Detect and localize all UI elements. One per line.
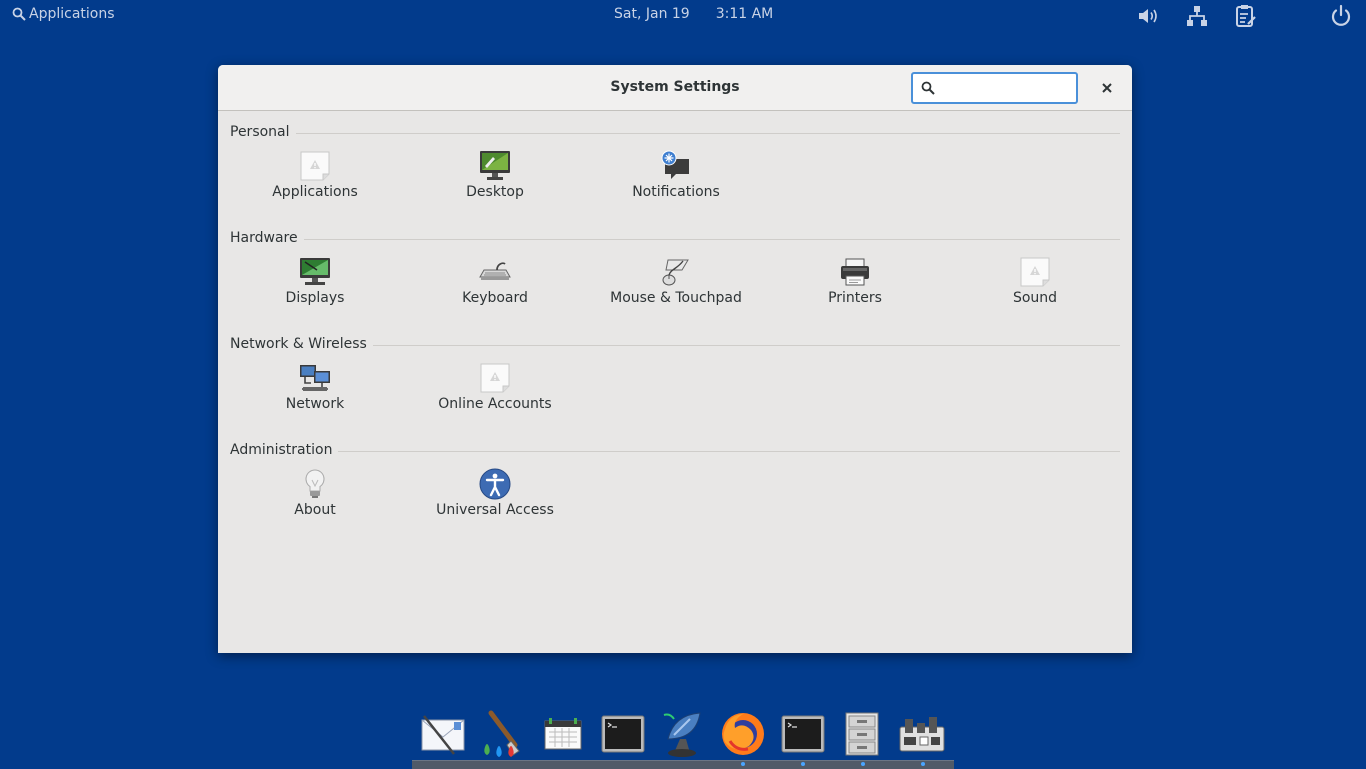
dock-item-file-cabinet[interactable] — [836, 708, 888, 760]
settings-item-label: Desktop — [466, 184, 524, 200]
category-title: Administration — [230, 442, 339, 458]
settings-item-universal-access[interactable]: Universal Access — [410, 468, 580, 532]
top-panel: Applications Sat, Jan 19 3:11 AM — [0, 0, 1366, 32]
system-settings-window: System Settings Personal Applications De… — [218, 65, 1132, 653]
notifications-icon — [661, 150, 689, 179]
close-button[interactable] — [1096, 77, 1118, 99]
dock-item-firefox[interactable] — [717, 708, 769, 760]
settings-item-label: Universal Access — [436, 502, 554, 518]
settings-item-sound[interactable]: Sound — [950, 256, 1120, 320]
settings-item-label: Applications — [272, 184, 358, 200]
settings-item-mouse-touchpad[interactable]: Mouse & Touchpad — [591, 256, 761, 320]
settings-item-label: Printers — [828, 290, 882, 306]
dock-item-terminal[interactable] — [597, 708, 649, 760]
category-administration: Administration About Universal Access — [230, 442, 1120, 542]
settings-item-label: Sound — [1012, 290, 1058, 306]
settings-item-online-accounts[interactable]: Online Accounts — [410, 362, 580, 426]
category-personal: Personal Applications Desktop Notificati… — [230, 124, 1120, 224]
clock-date: Sat, Jan 19 — [614, 6, 690, 22]
power-icon[interactable] — [1328, 4, 1354, 28]
network-computers-icon — [300, 365, 330, 391]
dock-item-satellite[interactable] — [657, 708, 709, 760]
category-title: Hardware — [230, 230, 304, 246]
running-indicator — [861, 762, 865, 766]
dock-item-paint[interactable] — [475, 708, 527, 760]
category-network-wireless: Network & Wireless Network Online Accoun… — [230, 336, 1120, 436]
search-input[interactable] — [941, 77, 1073, 101]
settings-item-label: Network — [285, 396, 345, 412]
settings-item-displays[interactable]: Displays — [230, 256, 400, 320]
settings-item-label: Online Accounts — [438, 396, 552, 412]
system-settings-icon — [899, 717, 945, 752]
dock-item-calendar[interactable] — [537, 708, 589, 760]
settings-item-label: About — [294, 502, 336, 518]
satellite-icon — [663, 712, 701, 757]
dock — [412, 702, 954, 769]
divider — [230, 133, 1120, 134]
printer-icon — [841, 258, 869, 286]
settings-item-about[interactable]: About — [230, 468, 400, 532]
category-title: Personal — [230, 124, 296, 140]
settings-item-label: Keyboard — [462, 290, 528, 306]
settings-item-network[interactable]: Network — [230, 362, 400, 426]
missing-image-icon — [480, 363, 510, 393]
running-indicator — [921, 762, 925, 766]
divider — [230, 239, 1120, 240]
search-box[interactable] — [911, 72, 1078, 104]
missing-image-icon — [1020, 257, 1050, 287]
close-icon — [1102, 83, 1112, 93]
settings-item-notifications[interactable]: Notifications — [591, 150, 761, 214]
settings-item-keyboard[interactable]: Keyboard — [410, 256, 580, 320]
missing-image-icon — [300, 151, 330, 181]
lightbulb-icon — [305, 469, 325, 498]
settings-item-label: Displays — [285, 290, 345, 306]
mouse-icon — [662, 259, 689, 286]
category-hardware: Hardware Displays Keyboard Mouse & Touch… — [230, 230, 1120, 330]
network-icon[interactable] — [1184, 4, 1210, 28]
applications-menu-button[interactable]: Applications — [12, 6, 115, 22]
settings-item-desktop[interactable]: Desktop — [410, 150, 580, 214]
divider — [230, 451, 1120, 452]
dock-item-mail[interactable] — [416, 708, 468, 760]
keyboard-icon — [479, 262, 511, 280]
settings-item-printers[interactable]: Printers — [770, 256, 940, 320]
terminal-icon — [781, 715, 825, 753]
firefox-icon — [722, 713, 764, 755]
terminal-icon — [601, 715, 645, 753]
search-icon — [12, 7, 26, 21]
volume-icon[interactable] — [1136, 4, 1162, 28]
applications-menu-label: Applications — [29, 6, 115, 22]
dock-item-terminal-2[interactable] — [777, 708, 829, 760]
search-icon — [921, 81, 935, 95]
settings-item-label: Mouse & Touchpad — [610, 290, 742, 306]
displays-icon — [300, 258, 330, 285]
paint-brush-icon — [484, 710, 520, 757]
dock-item-system-settings[interactable] — [896, 708, 948, 760]
accessibility-icon — [479, 468, 511, 500]
running-indicator — [741, 762, 745, 766]
mail-icon — [421, 715, 465, 755]
desktop-icon — [480, 151, 510, 180]
clock-time: 3:11 AM — [715, 6, 774, 22]
clipboard-icon[interactable] — [1233, 4, 1259, 28]
file-cabinet-icon — [845, 712, 879, 756]
running-indicator — [801, 762, 805, 766]
category-title: Network & Wireless — [230, 336, 373, 352]
clock[interactable]: Sat, Jan 19 3:11 AM — [614, 6, 773, 22]
settings-item-label: Notifications — [632, 184, 720, 200]
calendar-icon — [544, 718, 582, 750]
settings-item-applications[interactable]: Applications — [230, 150, 400, 214]
headerbar: System Settings — [218, 65, 1132, 111]
